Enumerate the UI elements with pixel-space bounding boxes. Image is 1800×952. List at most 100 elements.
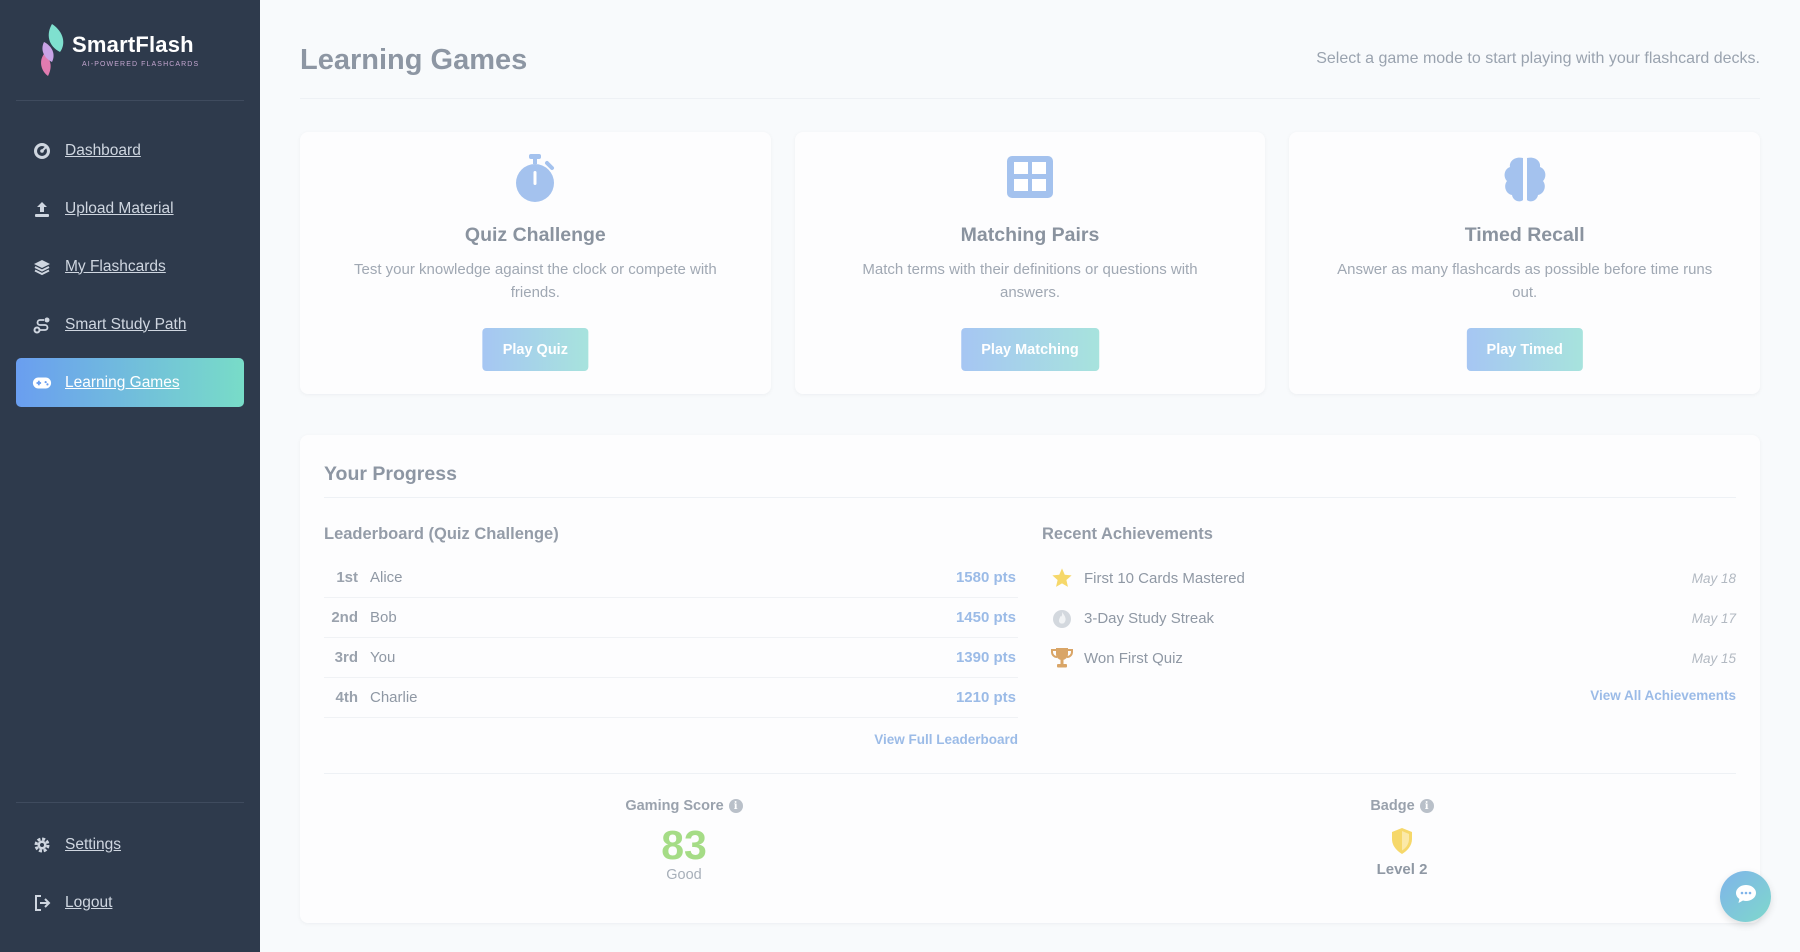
sidebar-divider bbox=[16, 802, 244, 803]
view-full-leaderboard-link[interactable]: View Full Leaderboard bbox=[324, 732, 1018, 747]
sidebar-item-label: My Flashcards bbox=[65, 257, 166, 275]
sidebar-item-my-flashcards[interactable]: My Flashcards bbox=[16, 242, 244, 291]
sidebar-item-label: Logout bbox=[65, 893, 113, 911]
achievement-date: May 18 bbox=[1691, 570, 1736, 586]
achievement-date: May 17 bbox=[1691, 610, 1736, 626]
chat-button[interactable] bbox=[1720, 871, 1771, 922]
leaderboard-name: Charlie bbox=[370, 689, 418, 706]
achievement-name: First 10 Cards Mastered bbox=[1084, 569, 1245, 587]
achievement-name: Won First Quiz bbox=[1084, 649, 1183, 667]
sidebar-bottom-nav: Settings Logout bbox=[16, 820, 244, 936]
sidebar-item-learning-games[interactable]: Learning Games bbox=[16, 358, 244, 407]
sidebar: SmartFlash AI-POWERED FLASHCARDS Dashboa… bbox=[0, 0, 260, 952]
leaderboard-row: 1st Alice 1580 pts bbox=[324, 558, 1018, 598]
info-icon[interactable]: i bbox=[1419, 799, 1434, 813]
leaderboard-name: Alice bbox=[370, 569, 403, 586]
badge-label-wrap: Badge i bbox=[1370, 798, 1434, 814]
leaderboard-points: 1390 pts bbox=[955, 649, 1016, 666]
grid-icon bbox=[795, 154, 1266, 204]
stats-divider bbox=[324, 773, 1736, 774]
gaming-score-rating: Good bbox=[666, 867, 702, 883]
leaderboard-rank: 2nd bbox=[331, 609, 358, 626]
sidebar-item-upload-material[interactable]: Upload Material bbox=[16, 184, 244, 233]
gauge-icon bbox=[32, 141, 52, 161]
sidebar-item-label: Smart Study Path bbox=[65, 315, 187, 333]
stopwatch-icon bbox=[300, 154, 771, 204]
sidebar-item-smart-study-path[interactable]: Smart Study Path bbox=[16, 300, 244, 349]
game-description: Match terms with their definitions or qu… bbox=[862, 261, 1198, 301]
sidebar-divider bbox=[16, 100, 244, 101]
upload-icon bbox=[32, 199, 52, 219]
logout-icon bbox=[32, 893, 52, 913]
leaderboard-name: Bob bbox=[370, 609, 397, 626]
progress-panel: Your Progress Leaderboard (Quiz Challeng… bbox=[300, 435, 1760, 923]
play-matching-button[interactable]: Play Matching bbox=[961, 328, 1099, 371]
game-cards: Quiz Challenge Test your knowledge again… bbox=[300, 132, 1761, 394]
sidebar-item-logout[interactable]: Logout bbox=[16, 878, 244, 927]
sidebar-item-label: Learning Games bbox=[65, 373, 180, 391]
trophy-icon bbox=[1046, 646, 1078, 670]
sidebar-nav: Dashboard Upload Material My Flashcards … bbox=[16, 126, 244, 416]
route-icon bbox=[32, 315, 52, 335]
layers-icon bbox=[32, 257, 52, 277]
sidebar-item-settings[interactable]: Settings bbox=[16, 820, 244, 869]
badge-level: Level 2 bbox=[1376, 861, 1428, 878]
logo-mark-icon bbox=[38, 22, 68, 78]
app-tagline: AI-POWERED FLASHCARDS bbox=[82, 61, 200, 68]
progress-title: Your Progress bbox=[324, 463, 457, 485]
achievement-name: 3-Day Study Streak bbox=[1084, 609, 1215, 627]
game-card-matching-pairs: Matching Pairs Match terms with their de… bbox=[794, 132, 1266, 394]
info-icon[interactable]: i bbox=[728, 799, 743, 813]
star-icon bbox=[1046, 566, 1078, 590]
leaderboard-row: 4th Charlie 1210 pts bbox=[324, 678, 1018, 718]
leaderboard-row: 2nd Bob 1450 pts bbox=[324, 598, 1018, 638]
gear-icon bbox=[32, 835, 52, 855]
game-card-quiz-challenge: Quiz Challenge Test your knowledge again… bbox=[300, 132, 771, 394]
leaderboard-name: You bbox=[370, 649, 396, 666]
leaderboard-rank: 1st bbox=[336, 569, 358, 586]
shield-icon bbox=[1252, 827, 1552, 857]
recent-achievements: Recent Achievements First 10 Cards Maste… bbox=[1042, 525, 1736, 703]
view-all-achievements-link[interactable]: View All Achievements bbox=[1042, 688, 1736, 703]
sidebar-item-dashboard[interactable]: Dashboard bbox=[16, 126, 244, 175]
leaderboard-points: 1450 pts bbox=[955, 609, 1016, 626]
game-title: Quiz Challenge bbox=[464, 224, 606, 246]
badge: Badge i Level 2 bbox=[1252, 797, 1552, 878]
game-description: Answer as many flashcards as possible be… bbox=[1337, 261, 1713, 301]
sidebar-item-label: Upload Material bbox=[65, 199, 174, 217]
gaming-score: Gaming Score i 83 Good bbox=[534, 797, 834, 883]
badge-label: Badge bbox=[1370, 798, 1415, 814]
leaderboard-points: 1580 pts bbox=[955, 569, 1016, 586]
game-description: Test your knowledge against the clock or… bbox=[353, 261, 717, 301]
gaming-score-label: Gaming Score bbox=[625, 798, 724, 814]
sidebar-item-label: Dashboard bbox=[65, 141, 141, 159]
achievement-item: 3-Day Study Streak May 17 bbox=[1042, 598, 1736, 638]
achievements-title: Recent Achievements bbox=[1042, 525, 1213, 543]
game-title: Matching Pairs bbox=[960, 224, 1100, 246]
chat-icon bbox=[1735, 884, 1757, 909]
gamepad-icon bbox=[32, 373, 52, 393]
leaderboard-row: 3rd You 1390 pts bbox=[324, 638, 1018, 678]
app-logo[interactable]: SmartFlash AI-POWERED FLASHCARDS bbox=[38, 22, 199, 78]
gaming-score-label-wrap: Gaming Score i bbox=[625, 798, 743, 814]
app-name: SmartFlash bbox=[72, 32, 194, 57]
leaderboard-points: 1210 pts bbox=[955, 689, 1016, 706]
page-title: Learning Games bbox=[300, 44, 528, 76]
page-subtitle: Select a game mode to start playing with… bbox=[1316, 50, 1760, 67]
header-divider bbox=[300, 98, 1760, 99]
achievement-date: May 15 bbox=[1691, 650, 1736, 666]
leaderboard-title: Leaderboard (Quiz Challenge) bbox=[324, 525, 559, 543]
brain-icon bbox=[1289, 154, 1760, 204]
game-title: Timed Recall bbox=[1464, 224, 1585, 246]
leaderboard: Leaderboard (Quiz Challenge) 1st Alice 1… bbox=[324, 525, 1018, 747]
gaming-score-value: 83 bbox=[661, 822, 707, 868]
achievement-item: First 10 Cards Mastered May 18 bbox=[1042, 558, 1736, 598]
flame-icon bbox=[1046, 606, 1078, 630]
progress-divider bbox=[324, 497, 1736, 498]
game-card-timed-recall: Timed Recall Answer as many flashcards a… bbox=[1289, 132, 1761, 394]
sidebar-item-label: Settings bbox=[65, 835, 122, 853]
play-timed-button[interactable]: Play Timed bbox=[1466, 328, 1583, 371]
leaderboard-rank: 4th bbox=[335, 689, 359, 706]
leaderboard-rank: 3rd bbox=[334, 649, 358, 666]
play-quiz-button[interactable]: Play Quiz bbox=[482, 328, 588, 371]
